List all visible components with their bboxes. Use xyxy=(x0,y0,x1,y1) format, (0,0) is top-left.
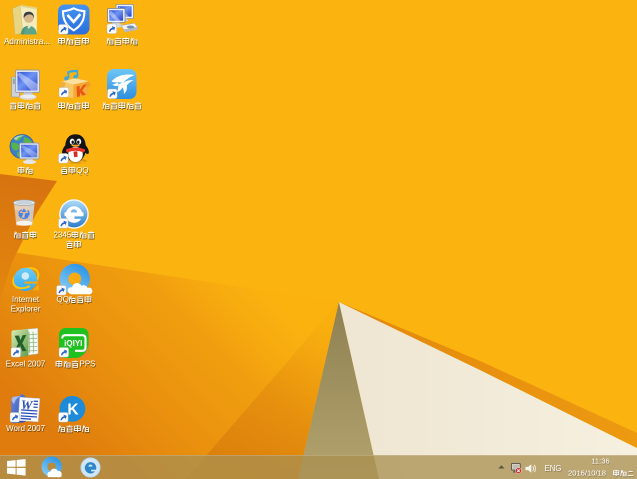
svg-text:ENG: ENG xyxy=(545,464,562,473)
svg-text:PPS: PPS xyxy=(80,360,96,369)
svg-text:2345: 2345 xyxy=(54,230,72,239)
svg-text:Internet: Internet xyxy=(12,295,40,304)
svg-text:iQIYI: iQIYI xyxy=(64,339,82,348)
svg-text:QQ: QQ xyxy=(76,166,88,175)
svg-text:Explorer: Explorer xyxy=(11,305,41,314)
svg-text:QQ: QQ xyxy=(57,295,69,304)
svg-text:11:36: 11:36 xyxy=(591,457,609,466)
svg-text:Administra...: Administra... xyxy=(4,36,51,46)
svg-text:Excel 2007: Excel 2007 xyxy=(6,360,46,369)
svg-text:Word 2007: Word 2007 xyxy=(6,424,46,433)
svg-text:K: K xyxy=(67,402,79,419)
svg-text:2016/10/18: 2016/10/18 xyxy=(568,469,606,478)
